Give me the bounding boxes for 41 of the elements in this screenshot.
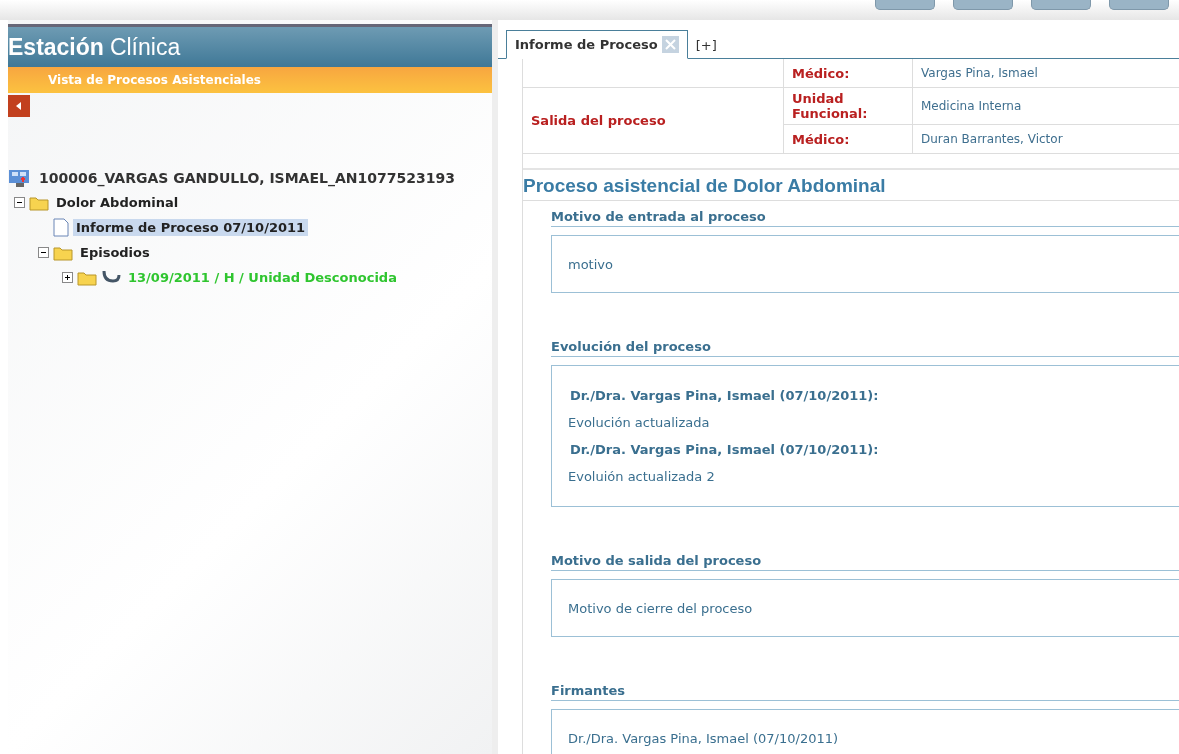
table-cell: Salida del proceso	[523, 87, 784, 154]
caret-icon	[16, 102, 22, 110]
field-label: Médico:	[783, 124, 913, 154]
collapse-panel-button[interactable]	[8, 95, 30, 117]
collapse-toggle[interactable]	[14, 197, 25, 208]
section-title: Motivo de entrada al proceso	[551, 209, 1179, 227]
folder-icon	[29, 194, 49, 211]
toolbar-button[interactable]	[953, 0, 1013, 10]
patient-record-icon	[8, 167, 32, 188]
entry-text: Evoluión actualizada 2	[568, 469, 716, 484]
report-title: Proceso asistencial de Dolor Abdominal	[523, 175, 1179, 201]
entry-author: Dr./Dra. Vargas Pina, Ismael (07/10/2011):	[570, 442, 880, 457]
field-value: Medicina Interna	[912, 87, 1179, 125]
collapse-toggle[interactable]	[38, 247, 49, 258]
folder-icon	[77, 269, 97, 286]
document-icon	[53, 218, 69, 237]
field-label: Unidad Funcional:	[783, 87, 913, 125]
app-title: Estación Clínica	[8, 24, 492, 67]
field-value: Duran Barrantes, Victor	[912, 124, 1179, 154]
toolbar-button[interactable]	[875, 0, 935, 10]
section-title: Evolución del proceso	[551, 339, 1179, 357]
tree-item[interactable]: Episodios	[77, 244, 153, 261]
entry-text: Motivo de cierre del proceso	[568, 600, 754, 616]
field-value: Vargas Pina, Ismael	[912, 59, 1179, 88]
expand-toggle[interactable]	[62, 272, 73, 283]
entry-text: Dr./Dra. Vargas Pina, Ismael (07/10/2011)	[568, 730, 840, 746]
entry-text: Evolución actualizada	[568, 415, 711, 430]
toolbar-button[interactable]	[1109, 0, 1169, 10]
tree-item[interactable]: Dolor Abdominal	[53, 194, 182, 211]
entry-text: motivo	[568, 256, 614, 272]
folder-icon	[53, 244, 73, 261]
tab[interactable]: Informe de Proceso	[506, 30, 688, 59]
view-subtitle: Vista de Procesos Asistenciales	[8, 67, 492, 93]
toolbar-button[interactable]	[1031, 0, 1091, 10]
section-title: Motivo de salida del proceso	[551, 553, 1179, 571]
tree-item[interactable]: 100006_VARGAS GANDULLO, ISMAEL_AN1077523193	[36, 168, 458, 187]
field-label: Médico:	[783, 59, 913, 88]
entry-author: Dr./Dra. Vargas Pina, Ismael (07/10/2011):	[570, 388, 880, 403]
tree-item[interactable]: Informe de Proceso 07/10/2011	[73, 219, 309, 236]
section-title: Firmantes	[551, 683, 1179, 701]
tab[interactable]: [+]	[687, 33, 725, 58]
